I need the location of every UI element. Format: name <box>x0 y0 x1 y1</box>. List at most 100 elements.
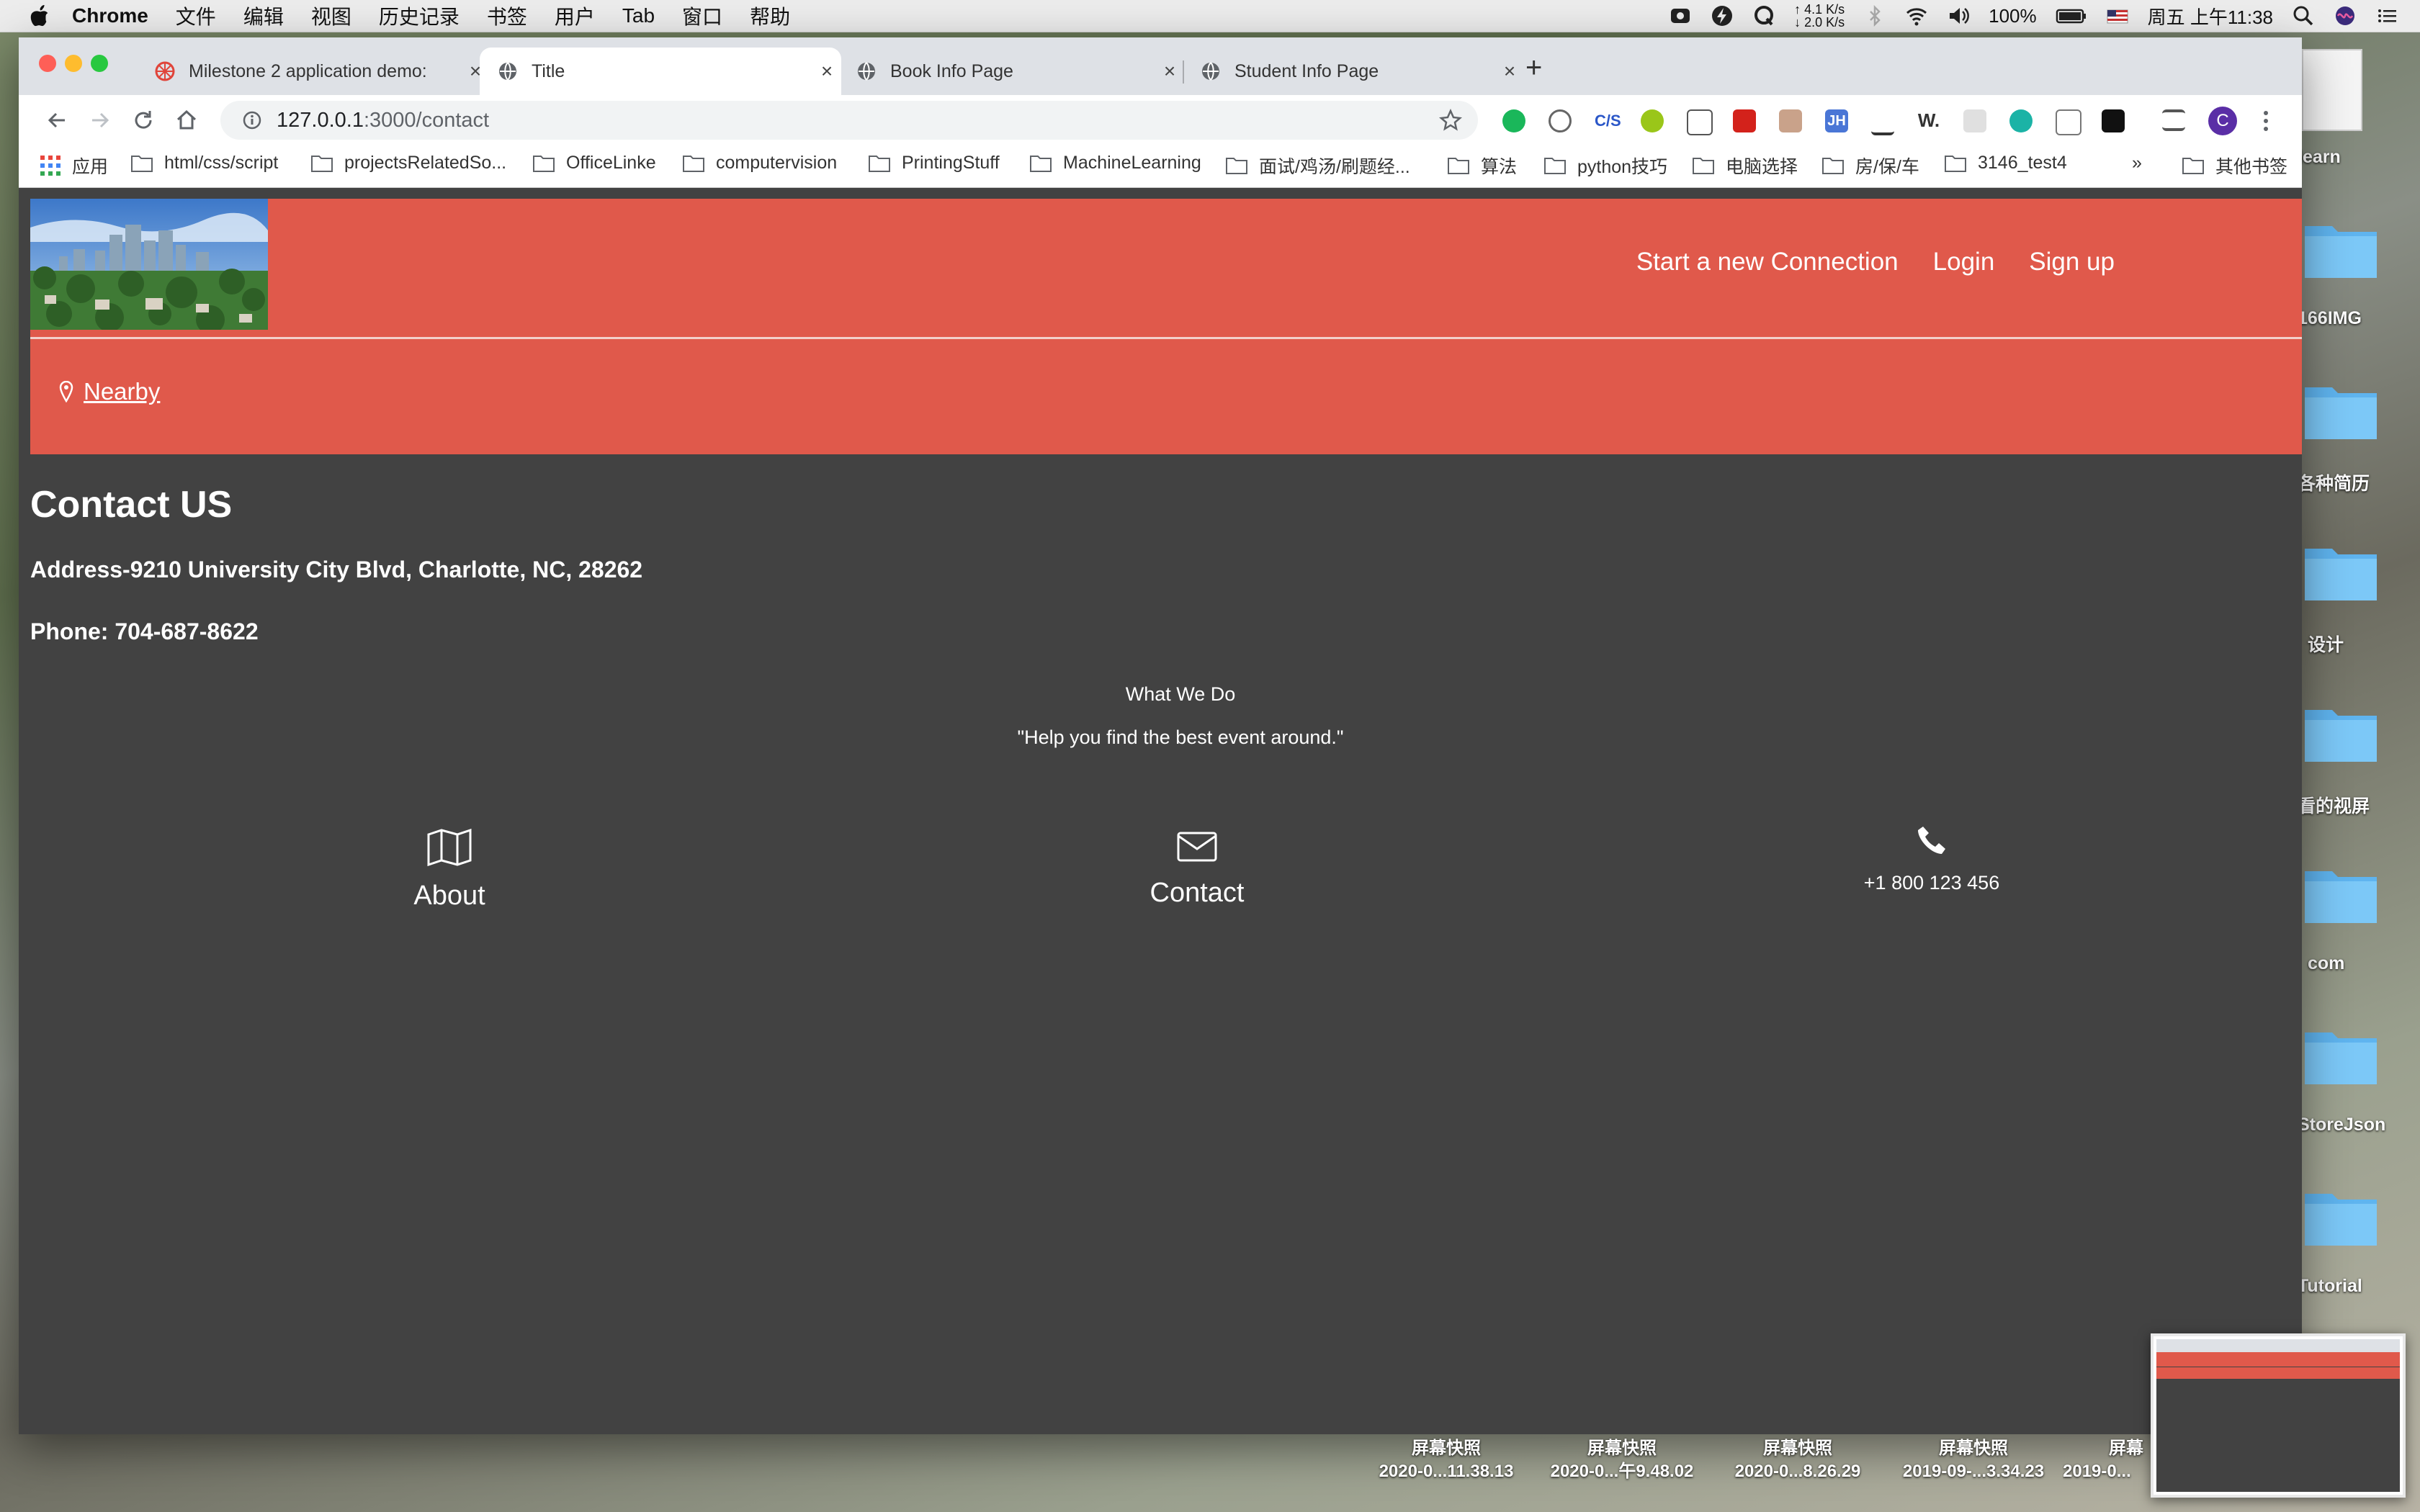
extension-icon[interactable] <box>2009 109 2033 132</box>
menu-help[interactable]: 帮助 <box>750 1 790 30</box>
bookmark-folder[interactable]: 面试/鸡汤/刷题经... <box>1226 153 1410 179</box>
siri-icon[interactable] <box>2334 4 2357 27</box>
desktop-screenshot-file[interactable]: 屏幕 2019-0... <box>2063 1437 2149 1483</box>
tab-book-info[interactable]: Book Info Page × <box>838 48 1184 95</box>
screenshot-preview-thumbnail[interactable] <box>2151 1333 2406 1498</box>
q-app-icon[interactable] <box>1752 4 1775 27</box>
menubar-clock[interactable]: 周五 上午11:38 <box>2148 3 2273 30</box>
menu-app-name[interactable]: Chrome <box>72 4 148 27</box>
folder-icon[interactable] <box>2305 543 2377 600</box>
nav-signup-link[interactable]: Sign up <box>2029 248 2115 276</box>
bookmark-folder[interactable]: 3146_test4 <box>1945 153 2067 174</box>
desktop-screenshot-file[interactable]: 屏幕快照 2019-09-...3.34.23 <box>1887 1437 2060 1483</box>
volume-icon[interactable] <box>1947 4 1970 27</box>
bookmark-folder[interactable]: 算法 <box>1448 153 1517 179</box>
desktop-screenshot-file[interactable]: 屏幕快照 2020-0...11.38.13 <box>1360 1437 1533 1483</box>
menu-people[interactable]: 用户 <box>555 1 595 30</box>
star-icon[interactable] <box>1439 109 1462 132</box>
notification-center-icon[interactable] <box>2375 4 2398 27</box>
minimize-window-button[interactable] <box>65 55 82 72</box>
spotlight-search-icon[interactable] <box>2292 4 2315 27</box>
screen-record-icon[interactable] <box>1669 4 1692 27</box>
bookmark-folder[interactable]: projectsRelatedSo... <box>311 153 506 174</box>
desktop-screenshot-file[interactable]: 屏幕快照 2020-0...8.26.29 <box>1711 1437 1884 1483</box>
desktop-label-storejson[interactable]: StoreJson <box>2298 1115 2385 1135</box>
jetbrains-extension-icon[interactable] <box>2102 109 2125 132</box>
kebab-menu-icon[interactable] <box>2262 109 2270 132</box>
desktop-rtf-file[interactable] <box>2302 49 2362 131</box>
extension-icon[interactable] <box>1549 109 1572 132</box>
desktop-label-resumes[interactable]: 各种简历 <box>2298 469 2370 495</box>
css-extension-icon[interactable]: C/S <box>1595 109 1621 132</box>
jh-extension-icon[interactable]: JH <box>1825 109 1848 132</box>
extension-icon[interactable] <box>1779 109 1802 132</box>
battery-icon[interactable] <box>2056 4 2087 27</box>
menu-tab[interactable]: Tab <box>622 4 655 27</box>
bookmark-folder[interactable]: OfficeLinke <box>533 153 656 174</box>
info-icon[interactable] <box>242 110 262 130</box>
extension-icon[interactable] <box>1687 109 1713 135</box>
about-column[interactable]: About <box>320 829 579 912</box>
nav-start-connection-link[interactable]: Start a new Connection <box>1636 248 1899 276</box>
home-icon[interactable] <box>174 108 199 132</box>
menu-history[interactable]: 历史记录 <box>379 1 460 30</box>
forward-icon[interactable] <box>88 108 112 132</box>
folder-icon[interactable] <box>2305 865 2377 923</box>
extension-icon[interactable] <box>1641 109 1664 132</box>
extension-icon[interactable] <box>1963 109 1986 132</box>
bookmark-folder[interactable]: computervision <box>683 153 837 174</box>
bookmark-folder[interactable]: 房/保/车 <box>1822 153 1919 179</box>
w-extension-icon[interactable]: W. <box>1917 109 1940 132</box>
menu-view[interactable]: 视图 <box>311 1 351 30</box>
bookmark-apps[interactable]: 应用 <box>40 153 108 179</box>
reload-icon[interactable] <box>131 108 156 132</box>
wifi-icon[interactable] <box>1905 4 1928 27</box>
desktop-label-videos[interactable]: 看的视屏 <box>2298 792 2370 818</box>
nav-login-link[interactable]: Login <box>1933 248 1995 276</box>
address-bar[interactable]: 127.0.0.1:3000/contact <box>220 101 1478 140</box>
bookmark-folder[interactable]: html/css/script <box>131 153 278 174</box>
pdf-extension-icon[interactable] <box>1733 109 1756 132</box>
folder-icon[interactable] <box>2305 382 2377 439</box>
folder-icon[interactable] <box>2305 1027 2377 1084</box>
phone-column[interactable]: +1 800 123 456 <box>1802 824 2061 894</box>
menu-edit[interactable]: 编辑 <box>243 1 284 30</box>
bookmarks-overflow-button[interactable]: » <box>2132 153 2142 174</box>
menu-file[interactable]: 文件 <box>176 1 216 30</box>
desktop-label-166img[interactable]: 166IMG <box>2298 308 2362 329</box>
contact-column[interactable]: Contact <box>1067 829 1327 909</box>
profile-avatar[interactable]: C <box>2208 107 2237 135</box>
desktop-label-learn[interactable]: learn <box>2298 147 2341 168</box>
tab-close-icon[interactable]: × <box>812 60 841 83</box>
menu-window[interactable]: 窗口 <box>682 1 722 30</box>
tab-close-icon[interactable]: × <box>1155 60 1184 83</box>
desktop-label-tutorial[interactable]: Tutorial <box>2298 1276 2362 1297</box>
bluetooth-icon[interactable] <box>1863 4 1886 27</box>
desktop-label-design[interactable]: 设计 <box>2308 631 2344 657</box>
bookmark-folder[interactable]: 电脑选择 <box>1693 153 1798 179</box>
new-tab-button[interactable]: + <box>1525 52 1542 84</box>
folder-icon[interactable] <box>2305 220 2377 278</box>
city-skyline-logo[interactable] <box>30 199 268 330</box>
reading-list-icon[interactable] <box>2162 109 2185 131</box>
desktop-screenshot-file[interactable]: 屏幕快照 2020-0...午9.48.02 <box>1536 1437 1708 1483</box>
grammarly-extension-icon[interactable] <box>1502 109 1525 132</box>
bookmark-folder[interactable]: MachineLearning <box>1030 153 1201 174</box>
tab-milestone[interactable]: Milestone 2 application demo: × <box>137 48 490 95</box>
us-flag-icon[interactable] <box>2106 4 2129 27</box>
bookmark-folder[interactable]: python技巧 <box>1544 153 1667 179</box>
bookmark-folder[interactable]: PrintingStuff <box>869 153 1000 174</box>
tab-close-icon[interactable]: × <box>1495 60 1524 83</box>
bolt-icon[interactable] <box>1711 4 1734 27</box>
extension-icon[interactable] <box>1871 109 1894 135</box>
apple-icon[interactable] <box>29 4 50 27</box>
back-icon[interactable] <box>45 108 69 132</box>
zoom-window-button[interactable] <box>91 55 108 72</box>
bookmark-other[interactable]: 其他书签 <box>2182 153 2287 179</box>
folder-icon[interactable] <box>2305 1188 2377 1246</box>
menu-bookmarks[interactable]: 书签 <box>487 1 527 30</box>
folder-icon[interactable] <box>2305 704 2377 762</box>
tab-title-active[interactable]: Title × <box>480 48 841 95</box>
close-window-button[interactable] <box>39 55 56 72</box>
desktop-label-com[interactable]: com <box>2308 953 2344 974</box>
